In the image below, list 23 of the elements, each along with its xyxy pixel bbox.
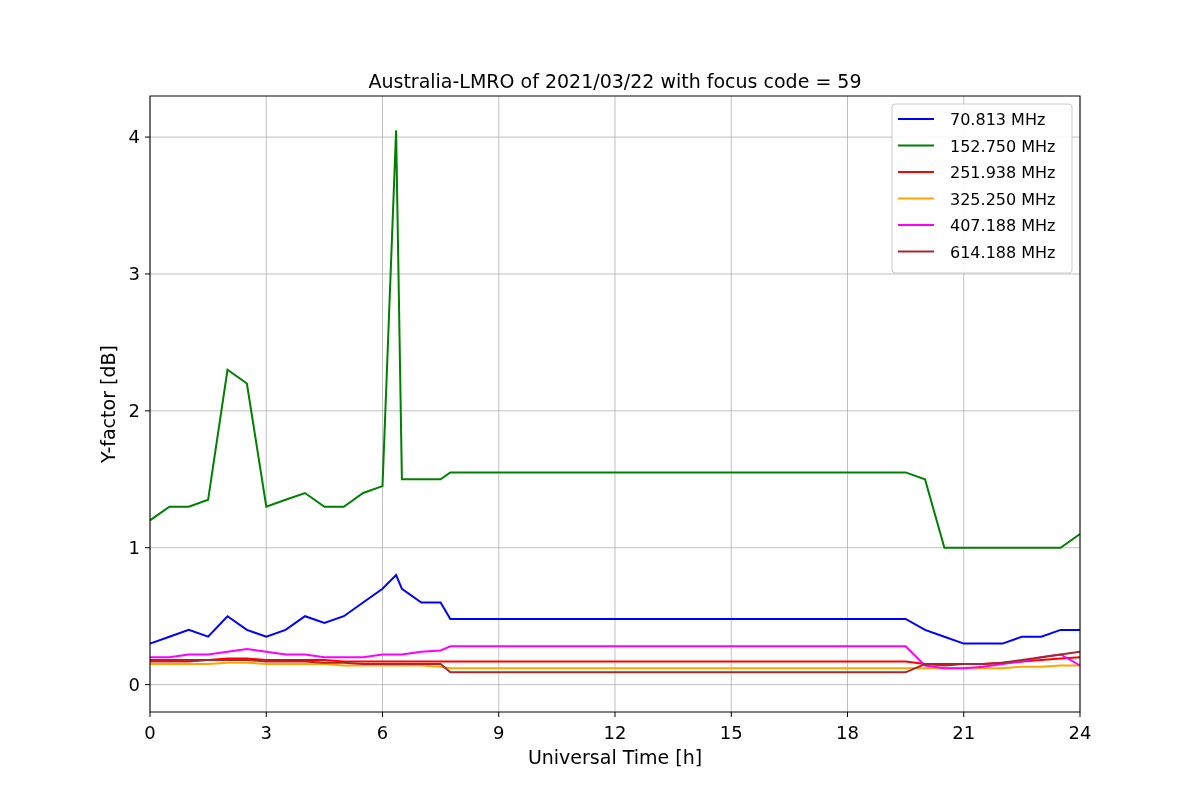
x-tick-label: 6 (376, 722, 389, 743)
y-tick-label: 4 (128, 126, 140, 148)
y-tick-label: 0 (128, 673, 140, 695)
x-tick-label: 3 (260, 722, 272, 743)
y-axis-label: Y-factor [dB] (97, 345, 119, 463)
x-tick-label: 9 (493, 722, 505, 743)
legend-label: 407.188 MHz (950, 216, 1056, 235)
chart-title: Australia-LMRO of 2021/03/22 with focus code = 59 (368, 70, 862, 92)
y-tick-label: 2 (128, 399, 140, 421)
y-tick-label: 1 (128, 536, 140, 558)
legend-label: 325.250 MHz (950, 189, 1056, 209)
x-tick-label: 0 (144, 722, 156, 743)
x-tick-label: 24 (1068, 722, 1092, 743)
legend-label: 251.938 MHz (950, 163, 1056, 182)
legend-label: 70.813 MHz (950, 110, 1046, 129)
x-tick-label: 21 (952, 722, 976, 743)
y-tick-label: 3 (128, 262, 140, 284)
x-tick-label: 15 (719, 722, 743, 743)
legend-label: 614.188 MHz (950, 242, 1056, 262)
x-tick-label: 12 (603, 722, 627, 743)
legend-label: 152.750 MHz (950, 136, 1056, 156)
x-tick-label: 18 (836, 722, 859, 743)
x-axis-label: Universal Time [h] (527, 746, 703, 768)
